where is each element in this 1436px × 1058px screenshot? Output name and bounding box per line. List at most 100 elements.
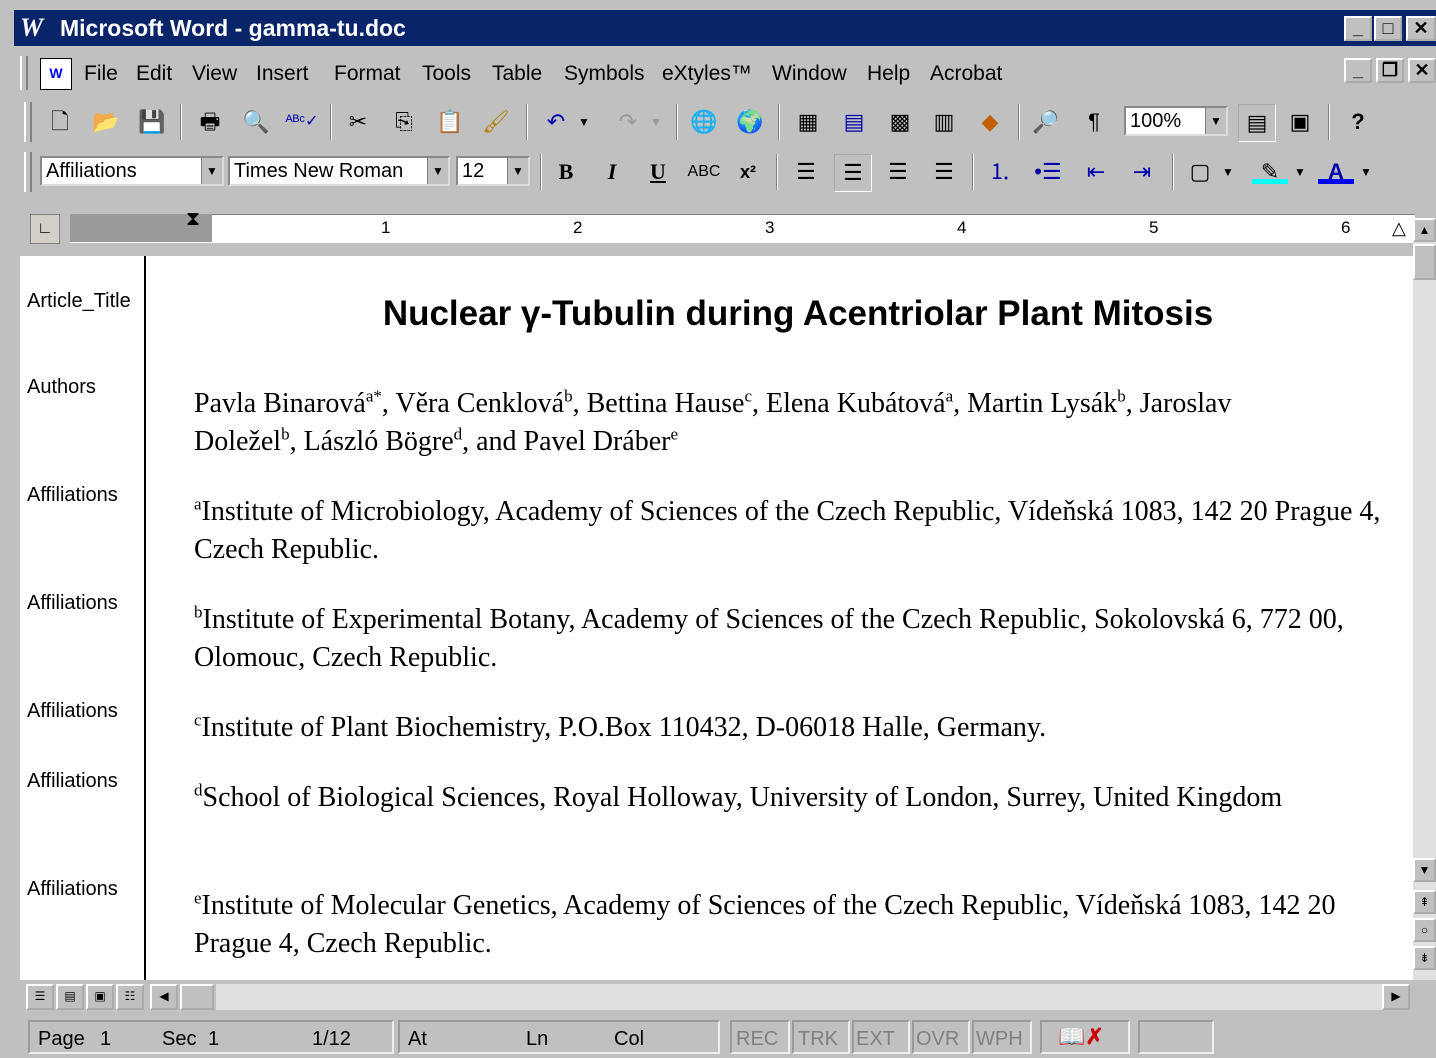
- undo-dropdown-icon[interactable]: ▼: [574, 104, 594, 140]
- redo-icon[interactable]: ↷: [610, 104, 646, 140]
- status-ext[interactable]: EXT: [856, 1028, 895, 1051]
- document-icon[interactable]: W: [40, 58, 72, 90]
- close-button[interactable]: ✕: [1406, 16, 1436, 41]
- tab-selector[interactable]: ∟: [30, 214, 60, 244]
- minimize-button[interactable]: _: [1344, 16, 1372, 41]
- align-left-icon[interactable]: ☰: [788, 154, 824, 190]
- help-icon[interactable]: ?: [1340, 104, 1376, 140]
- drawing-icon[interactable]: ◆: [972, 104, 1008, 140]
- document-map-icon[interactable]: 🔎: [1028, 104, 1064, 140]
- font-color-dropdown-icon[interactable]: ▼: [1356, 154, 1376, 190]
- highlight-dropdown-icon[interactable]: ▼: [1290, 154, 1310, 190]
- insert-excel-icon[interactable]: ▩: [882, 104, 918, 140]
- affiliation-paragraph[interactable]: dSchool of Biological Sciences, Royal Ho…: [194, 779, 1324, 817]
- insert-hyperlink-icon[interactable]: 🌐: [686, 104, 722, 140]
- outline-view-button[interactable]: ☷: [116, 984, 144, 1010]
- print-layout-button[interactable]: ▣: [86, 984, 114, 1010]
- previous-page-icon[interactable]: ⇞: [1413, 890, 1436, 914]
- affiliation-paragraph[interactable]: eInstitute of Molecular Genetics, Academ…: [194, 887, 1409, 963]
- status-trk[interactable]: TRK: [798, 1028, 838, 1051]
- menu-symbols[interactable]: Symbols: [564, 62, 645, 86]
- status-ovr[interactable]: OVR: [916, 1028, 959, 1051]
- chevron-down-icon[interactable]: ▼: [201, 158, 222, 184]
- scroll-left-icon[interactable]: ◀: [150, 984, 178, 1010]
- borders-dropdown-icon[interactable]: ▼: [1218, 154, 1238, 190]
- affiliation-paragraph[interactable]: cInstitute of Plant Biochemistry, P.O.Bo…: [194, 709, 1409, 747]
- bullets-icon[interactable]: •☰: [1030, 154, 1066, 190]
- menu-tools[interactable]: Tools: [422, 62, 471, 86]
- align-center-icon[interactable]: ☰: [834, 154, 872, 192]
- paste-icon[interactable]: 📋: [432, 104, 468, 140]
- open-folder-icon[interactable]: 📂: [88, 104, 124, 140]
- superscript-button[interactable]: x²: [730, 154, 766, 190]
- menu-acrobat[interactable]: Acrobat: [930, 62, 1002, 86]
- chevron-down-icon[interactable]: ▼: [507, 158, 528, 184]
- menu-file[interactable]: File: [84, 62, 118, 86]
- right-indent-marker-icon[interactable]: △: [1392, 218, 1406, 239]
- menu-extyles[interactable]: eXtyles™: [662, 62, 752, 86]
- justify-icon[interactable]: ☰: [926, 154, 962, 190]
- font-select[interactable]: Times New Roman ▼: [228, 156, 450, 186]
- toolbar-grip[interactable]: [24, 102, 32, 142]
- status-wph[interactable]: WPH: [976, 1028, 1023, 1051]
- menu-view[interactable]: View: [192, 62, 237, 86]
- style-select[interactable]: Affiliations ▼: [40, 156, 224, 186]
- borders-icon[interactable]: ▢: [1182, 154, 1218, 190]
- web-layout-button[interactable]: ▤: [56, 984, 84, 1010]
- horizontal-scroll-track[interactable]: [216, 984, 1382, 1010]
- style-label-affiliations[interactable]: Affiliations: [27, 700, 118, 723]
- horizontal-scroll-thumb[interactable]: [180, 984, 214, 1010]
- spelling-icon[interactable]: ᴬᴮᶜ✓: [284, 104, 320, 140]
- document-area[interactable]: Article_Title Authors Affiliations Affil…: [20, 256, 1413, 980]
- style-label-affiliations[interactable]: Affiliations: [27, 484, 118, 507]
- format-painter-icon[interactable]: 🖌: [478, 104, 514, 140]
- scroll-down-icon[interactable]: ▼: [1413, 858, 1436, 882]
- article-title[interactable]: Nuclear γ-Tubulin during Acentriolar Pla…: [194, 294, 1402, 334]
- doc-close-button[interactable]: ✕: [1408, 58, 1436, 83]
- print-layout-icon[interactable]: ▣: [1282, 104, 1318, 140]
- horizontal-ruler[interactable]: ∟ ⧗ 1 2 3 4 5 6 △: [20, 202, 1415, 254]
- menu-edit[interactable]: Edit: [136, 62, 172, 86]
- decrease-indent-icon[interactable]: ⇤: [1078, 154, 1114, 190]
- menu-format[interactable]: Format: [334, 62, 401, 86]
- select-browse-object-icon[interactable]: ○: [1413, 918, 1436, 942]
- spelling-status-icon[interactable]: 📖✗: [1058, 1024, 1104, 1050]
- scroll-right-icon[interactable]: ▶: [1382, 984, 1410, 1010]
- style-label-title[interactable]: Article_Title: [27, 290, 131, 313]
- word-app-icon[interactable]: W: [20, 13, 43, 43]
- scroll-up-icon[interactable]: ▲: [1413, 218, 1436, 242]
- authors-paragraph[interactable]: Pavla Binarováa*, Věra Cenklováb, Bettin…: [194, 385, 1409, 461]
- show-hide-paragraph-icon[interactable]: ¶: [1076, 104, 1112, 140]
- bold-button[interactable]: B: [548, 154, 584, 190]
- numbering-icon[interactable]: ⒈: [982, 154, 1018, 190]
- next-page-icon[interactable]: ⇟: [1413, 946, 1436, 970]
- insert-table-icon[interactable]: ▤: [836, 104, 872, 140]
- indent-marker-icon[interactable]: ⧗: [186, 208, 200, 231]
- scroll-thumb[interactable]: [1413, 244, 1436, 280]
- affiliation-paragraph[interactable]: aInstitute of Microbiology, Academy of S…: [194, 493, 1409, 569]
- toolbar-grip[interactable]: [24, 152, 32, 192]
- web-toolbar-icon[interactable]: 🌍: [732, 104, 768, 140]
- underline-button[interactable]: U: [640, 154, 676, 190]
- affiliation-paragraph[interactable]: bInstitute of Experimental Botany, Acade…: [194, 601, 1409, 677]
- print-preview-icon[interactable]: 🔍: [238, 104, 274, 140]
- chevron-down-icon[interactable]: ▼: [427, 158, 448, 184]
- doc-minimize-button[interactable]: _: [1344, 58, 1372, 83]
- normal-view-icon[interactable]: ▤: [1238, 104, 1276, 142]
- cut-icon[interactable]: ✂: [340, 104, 376, 140]
- normal-view-button[interactable]: ☰: [26, 984, 54, 1010]
- italic-button[interactable]: I: [594, 154, 630, 190]
- new-document-icon[interactable]: 🗋: [42, 104, 78, 140]
- menu-insert[interactable]: Insert: [256, 62, 309, 86]
- font-size-select[interactable]: 12 ▼: [456, 156, 530, 186]
- font-color-icon[interactable]: A: [1318, 154, 1354, 184]
- menu-table[interactable]: Table: [492, 62, 542, 86]
- undo-icon[interactable]: ↶: [538, 104, 574, 140]
- copy-icon[interactable]: ⎘: [386, 104, 422, 140]
- vertical-scrollbar[interactable]: ▲ ▼ ⇞ ○ ⇟: [1413, 218, 1436, 980]
- align-right-icon[interactable]: ☰: [880, 154, 916, 190]
- small-caps-button[interactable]: ABC: [686, 154, 722, 190]
- doc-restore-button[interactable]: ❐: [1376, 58, 1404, 83]
- status-rec[interactable]: REC: [736, 1028, 778, 1051]
- style-label-affiliations[interactable]: Affiliations: [27, 878, 118, 901]
